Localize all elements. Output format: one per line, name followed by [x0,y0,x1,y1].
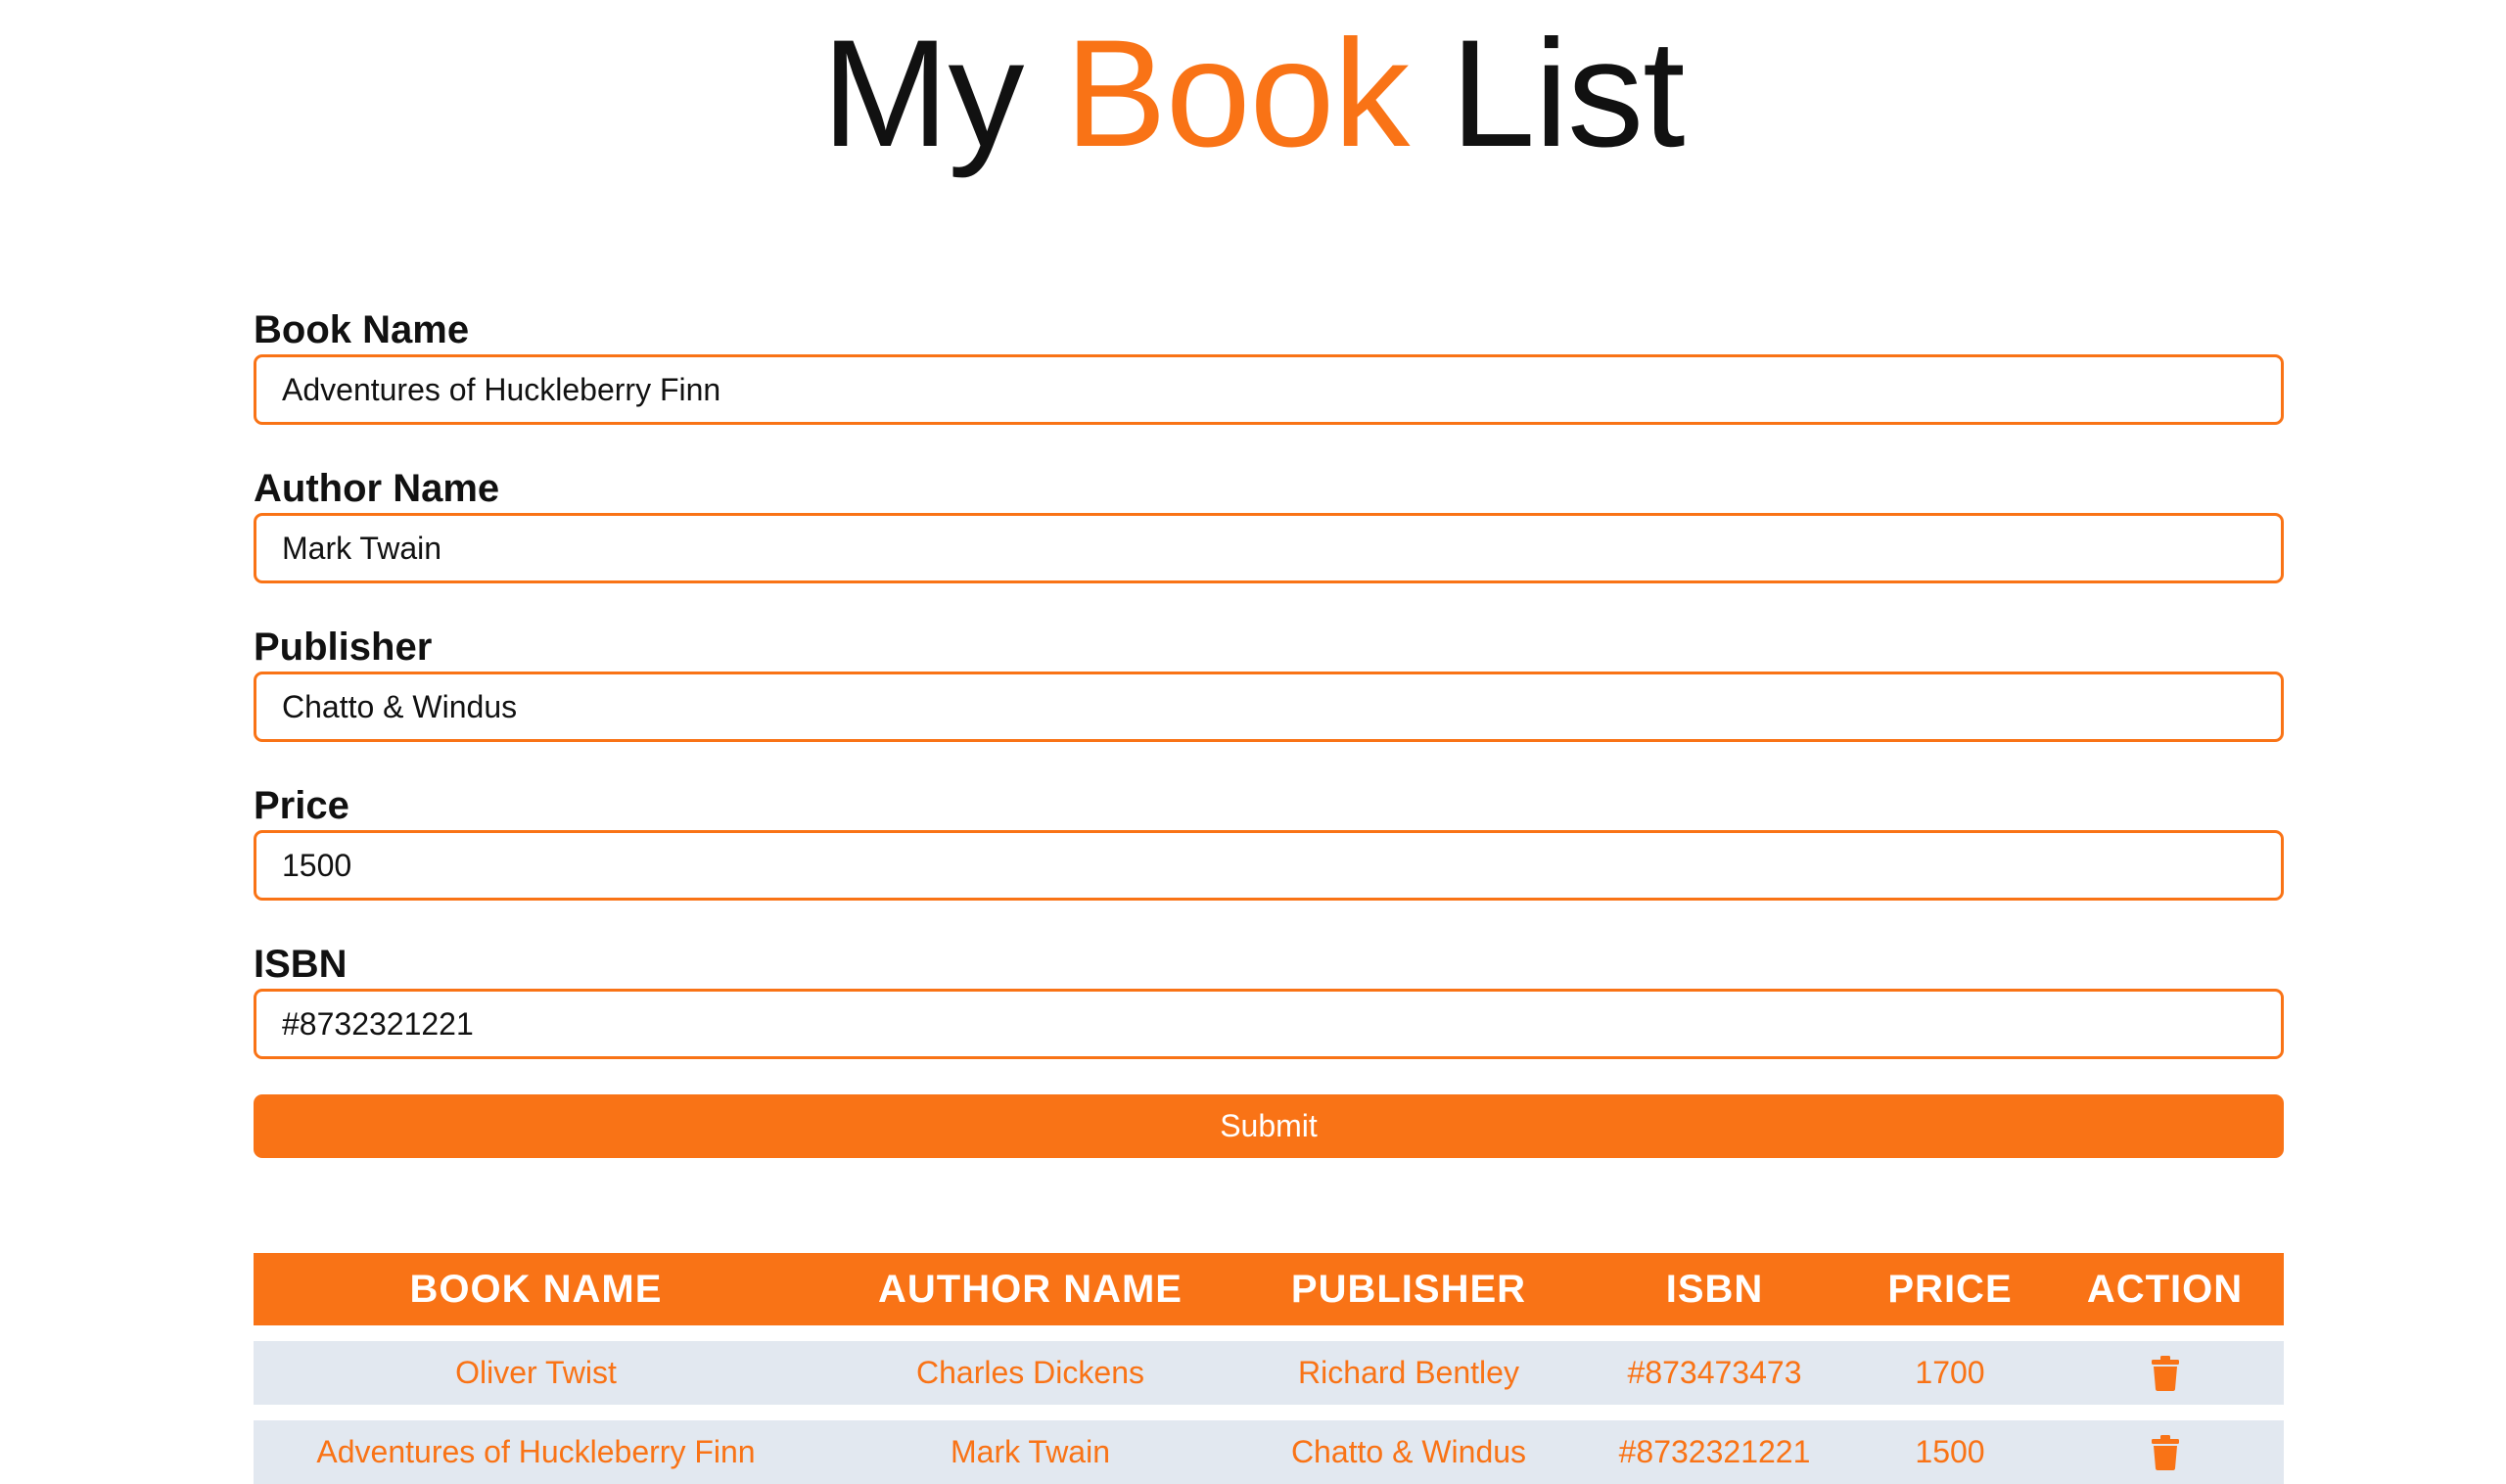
price-input[interactable] [254,830,2284,901]
author-name-label: Author Name [254,467,500,510]
header-book-name: BOOK NAME [409,1267,663,1311]
title-part-book: Book [1064,9,1411,179]
cell-action [2046,1355,2284,1391]
cell-author-name: Mark Twain [950,1434,1110,1469]
header-author-name: AUTHOR NAME [878,1267,1183,1311]
page-title: My Book List [0,0,2506,170]
title-part-my: My [821,9,1065,179]
trash-icon[interactable] [2151,1355,2180,1391]
publisher-input[interactable] [254,672,2284,742]
header-isbn: ISBN [1665,1267,1764,1311]
cell-isbn: #8732321221 [1618,1434,1811,1469]
isbn-input[interactable] [254,989,2284,1059]
isbn-field: ISBN [254,940,2284,1098]
title-part-list: List [1409,9,1686,179]
table-header: BOOK NAME AUTHOR NAME PUBLISHER ISBN PRI… [254,1253,2284,1325]
cell-publisher: Chatto & Windus [1290,1434,1527,1469]
author-name-field: Author Name [254,464,2284,623]
book-form: Book Name Author Name Publisher Price IS… [254,305,2284,1098]
cell-book-name: Adventures of Huckleberry Finn [316,1434,756,1469]
cell-author-name: Charles Dickens [916,1355,1144,1390]
table-row: Oliver Twist Charles Dickens Richard Ben… [254,1341,2284,1405]
author-name-input[interactable] [254,513,2284,583]
header-price: PRICE [1887,1267,2013,1311]
cell-publisher: Richard Bentley [1298,1355,1519,1390]
cell-price: 1700 [1915,1355,1985,1390]
isbn-label: ISBN [254,943,348,986]
trash-icon[interactable] [2151,1434,2180,1470]
book-name-field: Book Name [254,305,2284,464]
cell-book-name: Oliver Twist [455,1355,617,1390]
price-field: Price [254,781,2284,940]
publisher-label: Publisher [254,626,433,669]
publisher-field: Publisher [254,623,2284,781]
book-name-input[interactable] [254,354,2284,425]
price-label: Price [254,784,349,827]
cell-action [2046,1434,2284,1470]
table-row: Adventures of Huckleberry Finn Mark Twai… [254,1420,2284,1484]
book-name-label: Book Name [254,308,470,351]
cell-price: 1500 [1915,1434,1985,1469]
book-table: BOOK NAME AUTHOR NAME PUBLISHER ISBN PRI… [254,1253,2284,1484]
submit-button[interactable]: Submit [254,1094,2284,1158]
header-publisher: PUBLISHER [1290,1267,1527,1311]
header-action: ACTION [2086,1267,2244,1311]
cell-isbn: #873473473 [1627,1355,1802,1390]
